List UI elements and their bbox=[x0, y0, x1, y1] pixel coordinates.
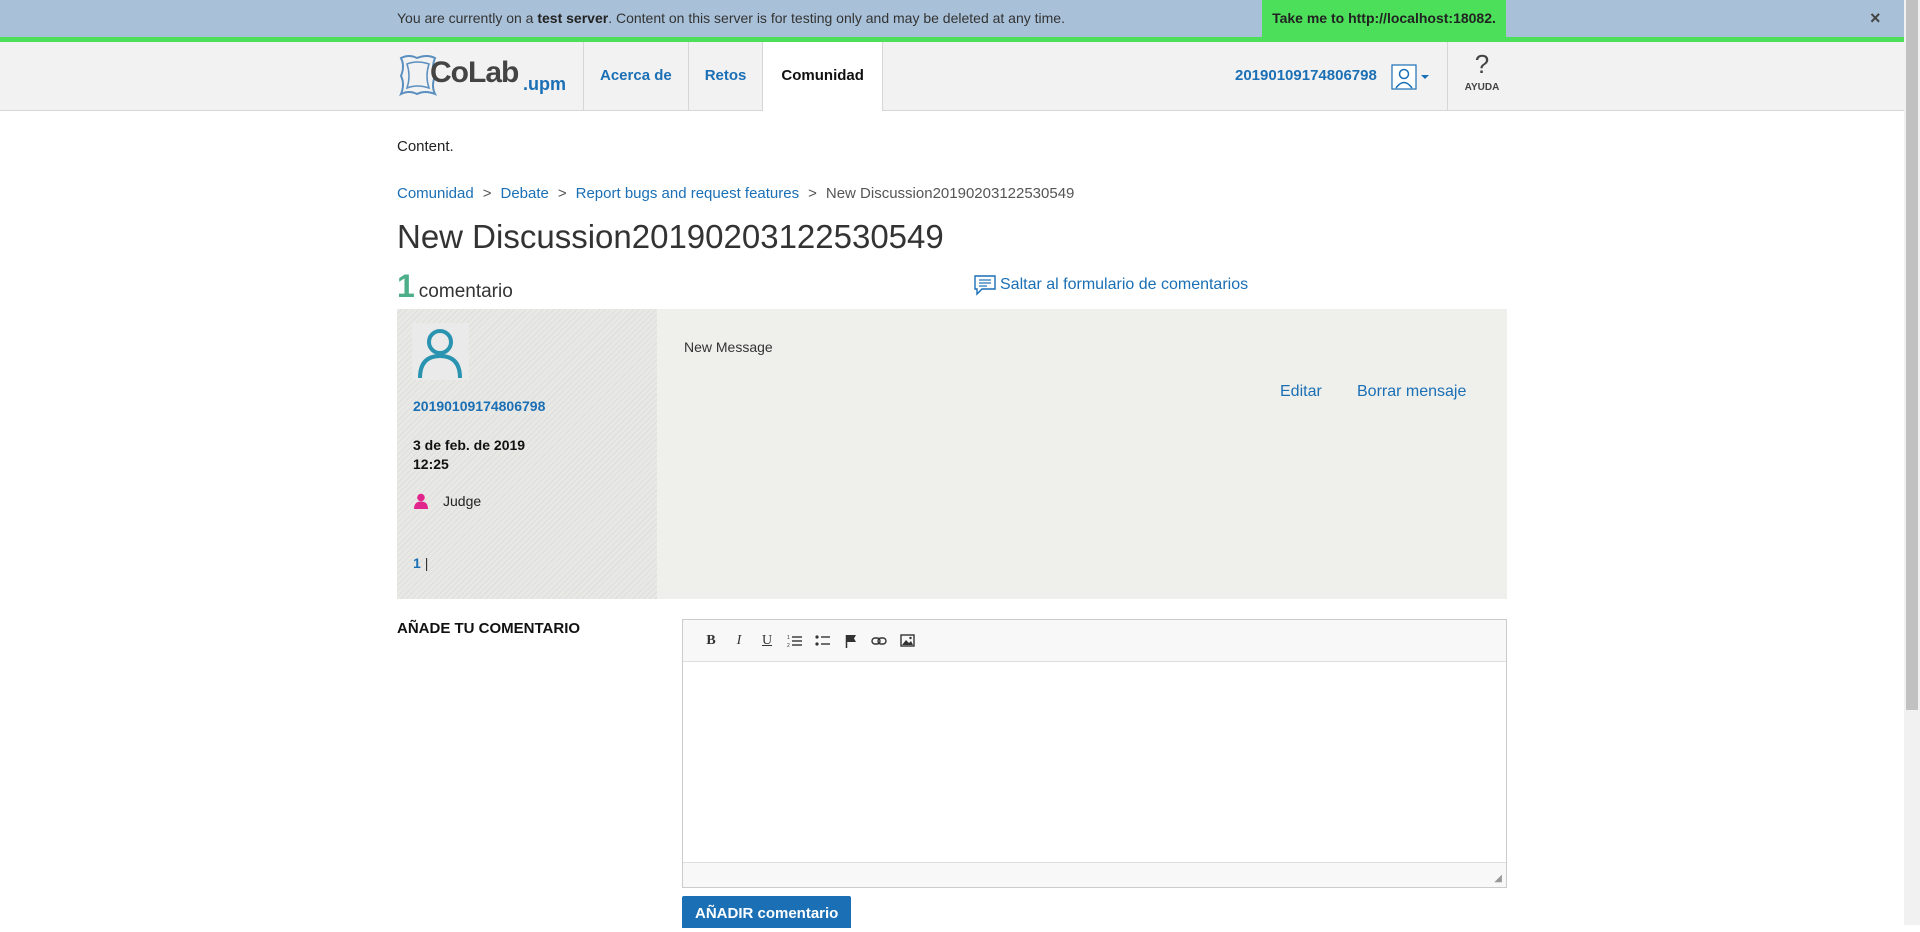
person-icon bbox=[414, 493, 428, 509]
comment-pagination: 1 | bbox=[413, 555, 428, 571]
logo-sub-text: .upm bbox=[523, 74, 566, 94]
help-button[interactable]: ? AYUDA bbox=[1447, 42, 1516, 110]
comment-timestamp: 3 de feb. de 2019 12:25 bbox=[413, 436, 525, 474]
content-label: Content. bbox=[397, 138, 454, 155]
user-avatar-icon bbox=[1391, 64, 1429, 90]
bold-icon: B bbox=[706, 632, 716, 648]
comment-body: New Message bbox=[684, 339, 773, 355]
breadcrumb-separator: > bbox=[482, 185, 492, 202]
comment-textarea[interactable] bbox=[683, 662, 1506, 862]
comment-author-panel: 20190109174806798 3 de feb. de 2019 12:2… bbox=[397, 309, 657, 599]
flag-button[interactable] bbox=[837, 627, 865, 655]
jump-to-comment-form-link[interactable]: Saltar al formulario de comentarios bbox=[973, 274, 1248, 296]
breadcrumb-comunidad[interactable]: Comunidad bbox=[397, 185, 474, 202]
user-avatar-icon bbox=[418, 329, 462, 379]
breadcrumb-debate[interactable]: Debate bbox=[500, 185, 548, 202]
breadcrumb-separator: > bbox=[808, 185, 817, 202]
comment-count: 1 comentario bbox=[397, 268, 513, 305]
image-button[interactable] bbox=[893, 627, 921, 655]
add-comment-heading: AÑADE TU COMENTARIO bbox=[397, 620, 581, 637]
nav-retos[interactable]: Retos bbox=[687, 42, 763, 110]
site-header: CoLab .upm Acerca de Retos Comunidad 201… bbox=[0, 42, 1904, 111]
underline-icon: U bbox=[761, 632, 773, 648]
test-server-banner: You are currently on a test server. Cont… bbox=[0, 0, 1904, 42]
nav-comunidad[interactable]: Comunidad bbox=[762, 42, 883, 111]
help-label: AYUDA bbox=[1464, 82, 1500, 93]
logo-main-text: CoLab bbox=[430, 56, 519, 89]
numbered-list-button[interactable]: 1 2 bbox=[781, 627, 809, 655]
banner-message: You are currently on a test server. Cont… bbox=[397, 10, 1065, 26]
comment-role: Judge bbox=[413, 493, 481, 509]
image-icon bbox=[899, 634, 915, 647]
edit-comment-link[interactable]: Editar bbox=[1280, 383, 1322, 401]
user-menu-button[interactable] bbox=[1391, 64, 1431, 90]
italic-button[interactable]: I bbox=[725, 627, 753, 655]
bold-button[interactable]: B bbox=[697, 627, 725, 655]
comment-role-label: Judge bbox=[443, 493, 482, 509]
numbered-list-icon: 1 2 bbox=[787, 635, 802, 648]
comment-editor: B I U 1 2 ◢ bbox=[682, 619, 1507, 888]
comment-count-label: comentario bbox=[418, 281, 513, 302]
banner-text-prefix: You are currently on a bbox=[397, 10, 538, 26]
banner-text-suffix: . Content on this server is for testing … bbox=[608, 10, 1065, 26]
page-title: New Discussion20190203122530549 bbox=[397, 218, 944, 255]
take-me-to-localhost-button[interactable]: Take me to http://localhost:18082. bbox=[1262, 0, 1506, 37]
breadcrumb: Comunidad > Debate > Report bugs and req… bbox=[397, 185, 1074, 202]
delete-comment-link[interactable]: Borrar mensaje bbox=[1357, 383, 1466, 401]
editor-statusbar: ◢ bbox=[683, 862, 1506, 887]
editor-toolbar: B I U 1 2 bbox=[683, 620, 1506, 662]
breadcrumb-separator: > bbox=[557, 185, 567, 202]
bullet-list-icon bbox=[815, 634, 830, 646]
breadcrumb-report-bugs[interactable]: Report bugs and request features bbox=[576, 185, 799, 202]
banner-text-bold: test server bbox=[537, 10, 609, 26]
comment-time: 12:25 bbox=[413, 456, 449, 472]
comment-page-separator: | bbox=[424, 555, 429, 571]
speech-bubble-icon bbox=[974, 275, 996, 296]
comment-page-link[interactable]: 1 bbox=[413, 555, 421, 571]
svg-text:1: 1 bbox=[787, 635, 790, 641]
avatar[interactable] bbox=[412, 323, 469, 380]
nav-acerca-de[interactable]: Acerca de bbox=[583, 42, 688, 110]
comment-count-number: 1 bbox=[397, 268, 415, 304]
link-button[interactable] bbox=[865, 627, 893, 655]
comment-author-link[interactable]: 20190109174806798 bbox=[413, 398, 545, 414]
italic-icon: I bbox=[736, 632, 742, 648]
flag-icon bbox=[845, 634, 856, 648]
colab-logo[interactable]: CoLab .upm bbox=[397, 52, 567, 98]
underline-button[interactable]: U bbox=[753, 627, 781, 655]
svg-text:2: 2 bbox=[787, 643, 790, 648]
link-icon bbox=[871, 636, 887, 645]
comment-date: 3 de feb. de 2019 bbox=[413, 437, 526, 453]
question-icon: ? bbox=[1474, 49, 1490, 79]
bullet-list-button[interactable] bbox=[809, 627, 837, 655]
resize-handle-icon[interactable]: ◢ bbox=[1494, 873, 1502, 884]
page-scrollbar-thumb[interactable] bbox=[1906, 0, 1918, 710]
main-nav: Acerca de Retos Comunidad bbox=[583, 42, 883, 111]
add-comment-button[interactable]: AÑADIR comentario bbox=[682, 896, 852, 928]
comment-item: 20190109174806798 3 de feb. de 2019 12:2… bbox=[397, 309, 1507, 599]
close-icon[interactable]: × bbox=[1870, 8, 1881, 29]
jump-link-label: Saltar al formulario de comentarios bbox=[1000, 276, 1249, 293]
user-name-link[interactable]: 20190109174806798 bbox=[1235, 67, 1377, 84]
breadcrumb-current: New Discussion20190203122530549 bbox=[825, 185, 1075, 202]
